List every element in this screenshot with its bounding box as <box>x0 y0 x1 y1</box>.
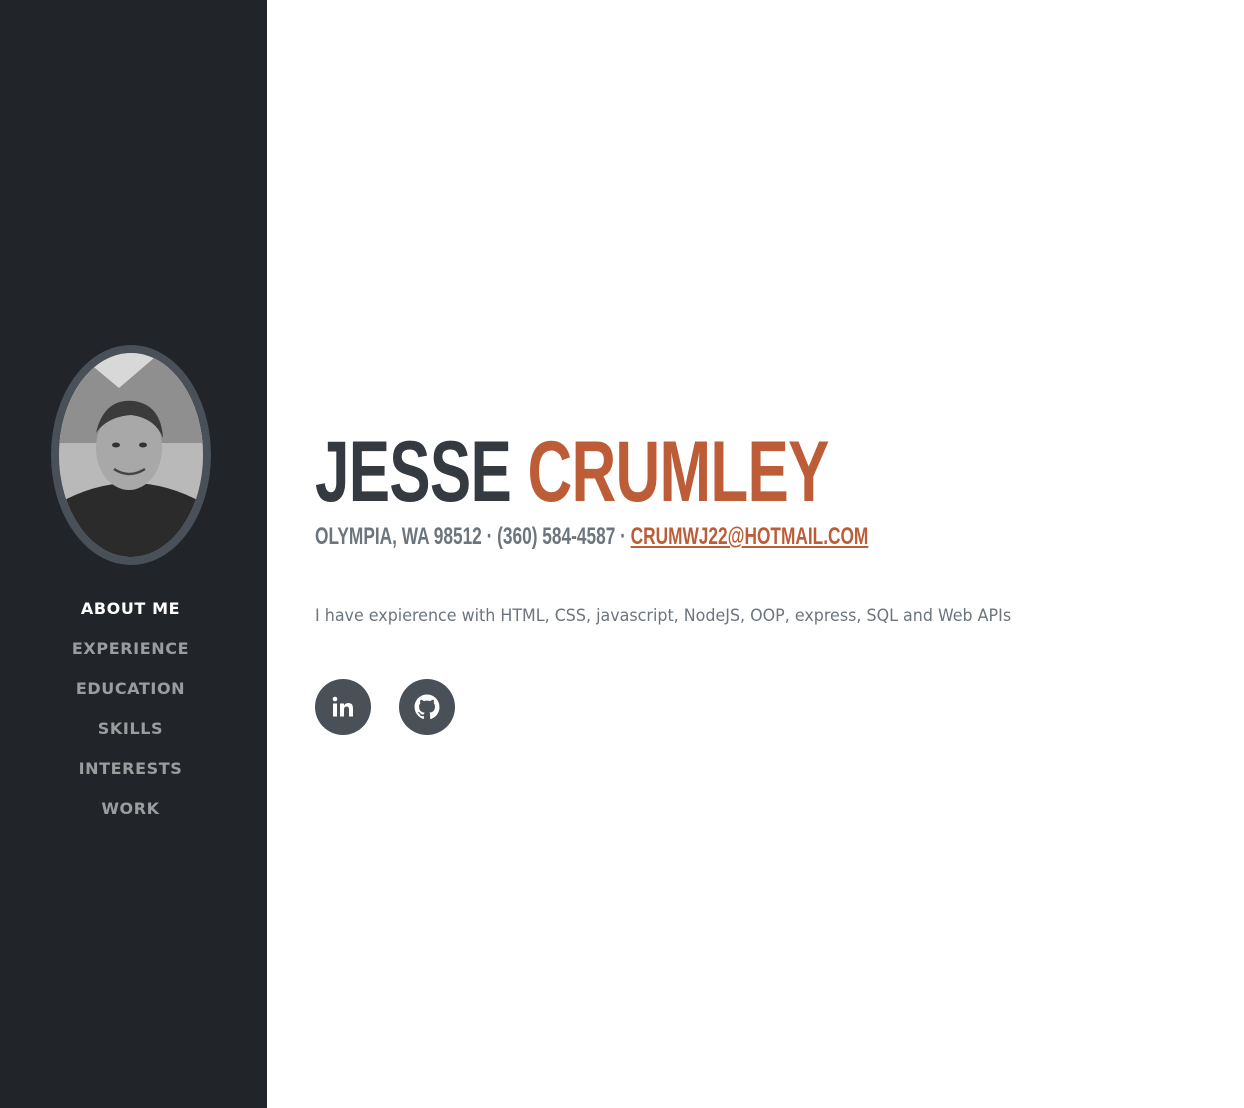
linkedin-button[interactable] <box>315 679 371 735</box>
github-icon <box>414 694 440 720</box>
contact-text: Olympia, WA 98512 · (360) 584-4587 · <box>315 523 631 550</box>
nav-item-education[interactable]: Education <box>76 679 185 698</box>
avatar-frame <box>51 345 211 565</box>
last-name: Crumley <box>527 424 830 520</box>
nav-item-experience[interactable]: Experience <box>72 639 189 658</box>
bio-text: I have expierence with HTML, CSS, javasc… <box>315 606 1012 626</box>
social-icons <box>315 679 455 735</box>
nav-item-interests[interactable]: Interests <box>79 759 183 778</box>
nav-item-about[interactable]: About Me <box>81 599 180 618</box>
contact-info: Olympia, WA 98512 · (360) 584-4587 · cru… <box>315 522 868 552</box>
email-link[interactable]: crumwj22@hotmail.com <box>631 523 869 550</box>
first-name: Jesse <box>315 424 512 520</box>
github-button[interactable] <box>399 679 455 735</box>
linkedin-icon <box>332 696 353 717</box>
sidebar: About Me Experience Education Skills Int… <box>0 0 267 1108</box>
avatar <box>59 353 203 557</box>
nav-menu: About Me Experience Education Skills Int… <box>0 588 261 828</box>
page-title: Jesse Crumley <box>315 424 829 520</box>
nav-item-work[interactable]: Work <box>101 799 159 818</box>
nav-item-skills[interactable]: Skills <box>98 719 163 738</box>
